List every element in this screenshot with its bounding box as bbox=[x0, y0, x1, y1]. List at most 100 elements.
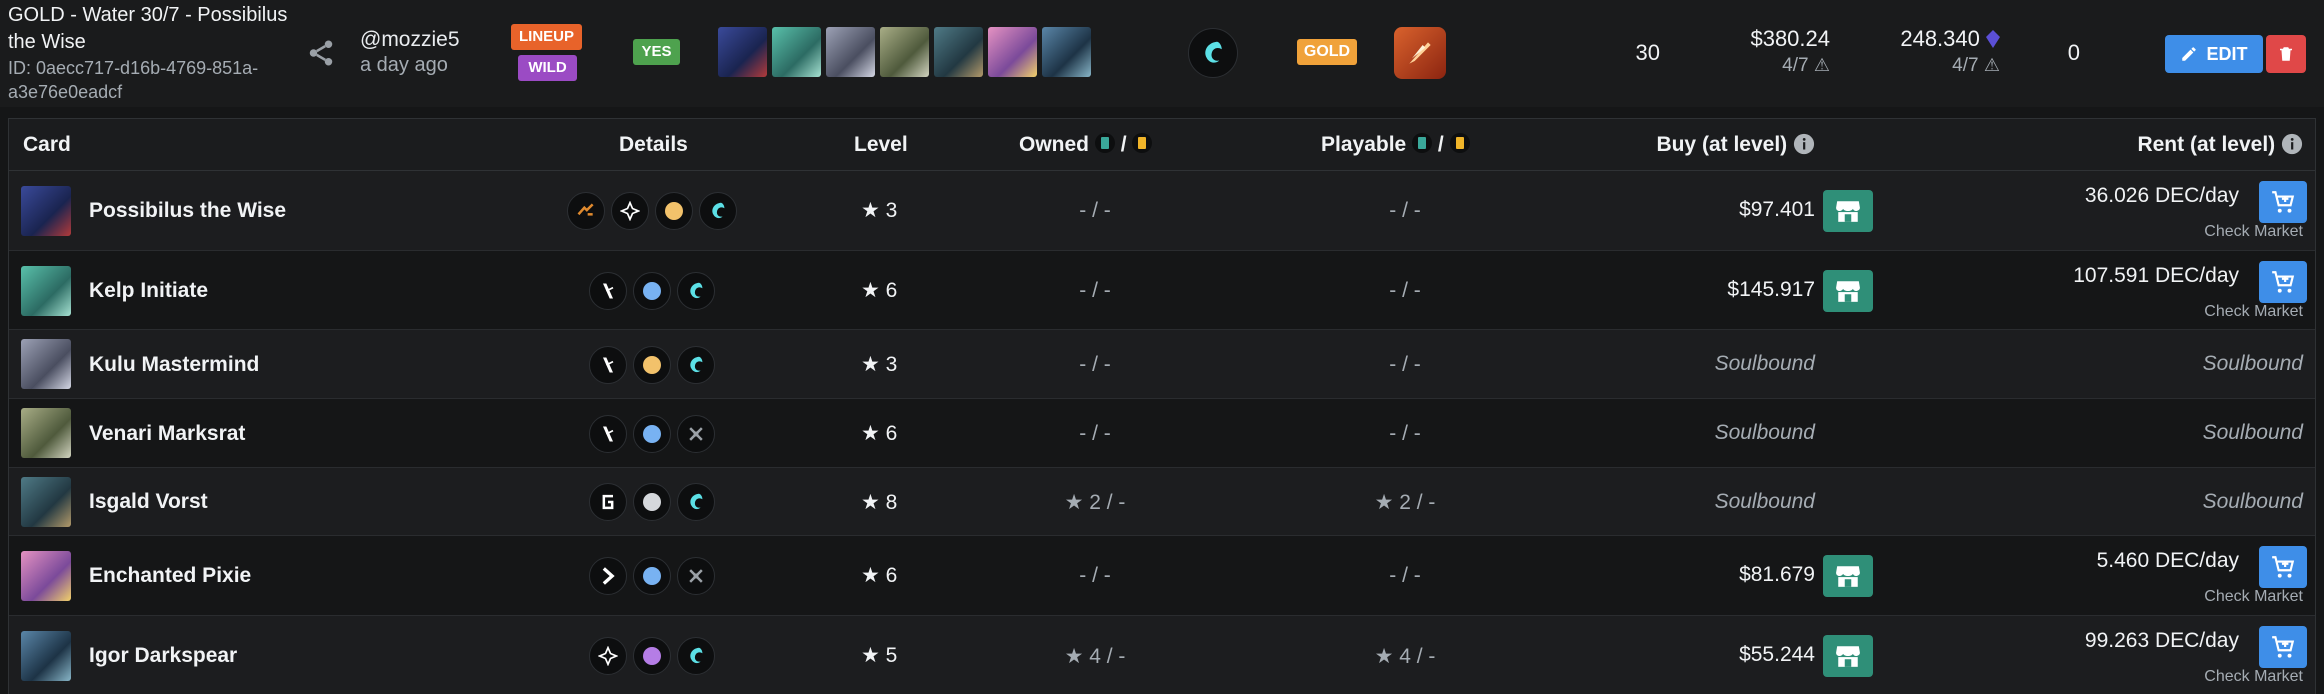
table-row[interactable]: Kulu Mastermind ★ 3 - / - - / - Soulboun… bbox=[9, 330, 2315, 399]
playable-count: ★ 4 / - bbox=[1345, 644, 1465, 669]
market-button[interactable] bbox=[1823, 635, 1873, 677]
author-name[interactable]: @mozzie5 bbox=[360, 27, 460, 53]
card-thumbnail[interactable] bbox=[934, 27, 983, 77]
rent-price: 5.460 DEC/day bbox=[2096, 549, 2239, 572]
lineup-badge: LINEUP bbox=[511, 24, 582, 50]
playable-value: 4 / - bbox=[1399, 645, 1436, 668]
ranged-icon bbox=[589, 415, 627, 453]
card-image[interactable] bbox=[21, 631, 71, 681]
table-header: Card Details Level Owned / Playable / Bu… bbox=[9, 119, 2315, 171]
dec-count: 4/7 ⚠ bbox=[1855, 52, 2000, 79]
card-level: ★ 6 bbox=[861, 563, 921, 588]
header-playable[interactable]: Playable / bbox=[1321, 119, 1470, 171]
table-row[interactable]: Kelp Initiate ★ 6 - / - - / - $145.917 1… bbox=[9, 251, 2315, 330]
lineup-title[interactable]: GOLD - Water 30/7 - Possibilus the Wise bbox=[8, 2, 298, 56]
header-card[interactable]: Card bbox=[23, 119, 71, 171]
card-image[interactable] bbox=[21, 477, 71, 527]
rent-price: 36.026 DEC/day bbox=[2084, 184, 2239, 207]
card-thumbnail[interactable] bbox=[988, 27, 1037, 77]
price-count: 4/7 ⚠ bbox=[1700, 52, 1830, 79]
star-icon: ★ bbox=[861, 644, 886, 667]
card-level: ★ 3 bbox=[861, 198, 921, 223]
card-name[interactable]: Igor Darkspear bbox=[89, 644, 237, 668]
rent-cart-button[interactable] bbox=[2259, 546, 2307, 588]
playable-count: - / - bbox=[1389, 422, 1421, 445]
playable-count: - / - bbox=[1389, 353, 1421, 376]
edit-button[interactable]: EDIT bbox=[2165, 35, 2263, 73]
buy-price: Soulbound bbox=[1714, 490, 1815, 513]
market-button[interactable] bbox=[1823, 270, 1873, 312]
trash-icon bbox=[2280, 47, 2292, 61]
star-icon: ★ bbox=[1064, 645, 1090, 668]
card-image[interactable] bbox=[21, 551, 71, 601]
lineup-id: ID: 0aecc717-d16b-4769-851a-a3e76e0eadcf bbox=[8, 58, 259, 102]
price-total: $380.24 4/7 ⚠ bbox=[1700, 25, 1830, 79]
info-icon[interactable] bbox=[2281, 133, 2303, 155]
speed-icon bbox=[589, 557, 627, 595]
card-thumbnail[interactable] bbox=[880, 27, 929, 77]
playable-count: - / - bbox=[1389, 199, 1421, 222]
rent-price: 107.591 DEC/day bbox=[2073, 264, 2239, 287]
card-thumbnail[interactable] bbox=[718, 27, 767, 77]
card-image[interactable] bbox=[21, 266, 71, 316]
check-market-link[interactable]: Check Market bbox=[2204, 303, 2303, 321]
rent-cart-button[interactable] bbox=[2259, 626, 2307, 668]
cart-icon bbox=[2272, 636, 2295, 658]
info-icon[interactable] bbox=[1793, 133, 1815, 155]
store-icon bbox=[1836, 566, 1860, 587]
card-thumbnails bbox=[718, 27, 1091, 77]
water-element-icon bbox=[677, 346, 715, 384]
table-row[interactable]: Possibilus the Wise ★ 3 - / - - / - $97.… bbox=[9, 171, 2315, 251]
yes-badge: YES bbox=[633, 39, 680, 65]
header-rent[interactable]: Rent (at level) bbox=[2137, 119, 2303, 171]
card-thumbnail[interactable] bbox=[1042, 27, 1091, 77]
lineup-summary-row: GOLD - Water 30/7 - Possibilus the Wise … bbox=[0, 0, 2324, 107]
star-icon: ★ bbox=[861, 564, 886, 587]
check-market-link[interactable]: Check Market bbox=[2204, 588, 2303, 606]
market-button[interactable] bbox=[1823, 190, 1873, 232]
card-image[interactable] bbox=[21, 339, 71, 389]
water-element-icon bbox=[677, 483, 715, 521]
card-image[interactable] bbox=[21, 408, 71, 458]
epic-rarity-icon bbox=[633, 637, 671, 675]
star-icon: ★ bbox=[861, 353, 886, 376]
card-name[interactable]: Venari Marksrat bbox=[89, 422, 245, 446]
card-name[interactable]: Possibilus the Wise bbox=[89, 199, 286, 223]
share-icon[interactable] bbox=[306, 38, 336, 68]
header-owned-label: Owned bbox=[1019, 133, 1090, 156]
card-name[interactable]: Enchanted Pixie bbox=[89, 564, 251, 588]
market-button[interactable] bbox=[1823, 555, 1873, 597]
delete-button[interactable] bbox=[2266, 35, 2306, 73]
star-icon: ★ bbox=[1064, 491, 1090, 514]
card-image[interactable] bbox=[21, 186, 71, 236]
zero-count: 0 bbox=[2067, 40, 2080, 65]
ranged-icon bbox=[589, 272, 627, 310]
table-row[interactable]: Isgald Vorst ★ 8 ★ 2 / - ★ 2 / - Soulbou… bbox=[9, 468, 2315, 536]
card-name[interactable]: Kulu Mastermind bbox=[89, 353, 259, 377]
owned-value: 4 / - bbox=[1089, 645, 1126, 668]
rent-cart-button[interactable] bbox=[2259, 181, 2307, 223]
check-market-link[interactable]: Check Market bbox=[2204, 223, 2303, 241]
header-buy[interactable]: Buy (at level) bbox=[1656, 119, 1815, 171]
table-row[interactable]: Igor Darkspear ★ 5 ★ 4 / - ★ 4 / - $55.2… bbox=[9, 616, 2315, 694]
card-name[interactable]: Kelp Initiate bbox=[89, 279, 208, 303]
check-market-link[interactable]: Check Market bbox=[2204, 668, 2303, 686]
cart-icon bbox=[2272, 556, 2295, 578]
owned-count: - / - bbox=[1079, 199, 1111, 222]
gold-card-icon bbox=[1132, 133, 1153, 153]
header-level[interactable]: Level bbox=[854, 119, 908, 171]
table-row[interactable]: Enchanted Pixie ★ 6 - / - - / - $81.679 … bbox=[9, 536, 2315, 616]
rare-rarity-icon bbox=[633, 557, 671, 595]
rent-cart-button[interactable] bbox=[2259, 261, 2307, 303]
table-row[interactable]: Venari Marksrat ★ 6 - / - - / - Soulboun… bbox=[9, 399, 2315, 468]
store-icon bbox=[1836, 646, 1860, 667]
star-icon: ★ bbox=[861, 199, 886, 222]
card-thumbnail[interactable] bbox=[772, 27, 821, 77]
owned-count: - / - bbox=[1079, 564, 1111, 587]
card-name[interactable]: Isgald Vorst bbox=[89, 490, 208, 514]
star-icon: ★ bbox=[1374, 491, 1400, 514]
header-owned[interactable]: Owned / bbox=[1019, 119, 1153, 171]
rare-rarity-icon bbox=[633, 272, 671, 310]
card-thumbnail[interactable] bbox=[826, 27, 875, 77]
price-value: $380.24 bbox=[1750, 26, 1830, 51]
